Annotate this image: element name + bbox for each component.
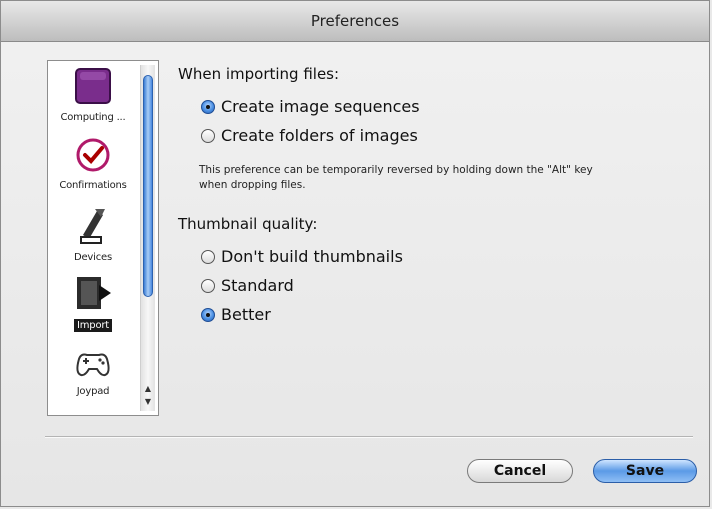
scroll-down-arrow-icon[interactable]: ▼ xyxy=(141,396,155,408)
radio-standard[interactable]: Standard xyxy=(201,276,294,295)
radio-label: Create image sequences xyxy=(221,97,420,116)
preferences-sidebar[interactable]: Computing ... Confirmations Devices Impo… xyxy=(47,60,159,416)
radio-label: Standard xyxy=(221,276,294,295)
checkmark-icon xyxy=(76,138,110,172)
radio-create-folders-of-images[interactable]: Create folders of images xyxy=(201,126,418,145)
radio-button-selected[interactable] xyxy=(201,307,215,322)
radio-button[interactable] xyxy=(201,278,215,293)
sidebar-item-import[interactable]: Import xyxy=(48,273,138,332)
sidebar-item-label: Joypad xyxy=(76,386,110,397)
radio-label: Create folders of images xyxy=(221,126,418,145)
radio-button[interactable] xyxy=(201,249,215,264)
import-heading: When importing files: xyxy=(178,65,340,83)
cancel-button[interactable]: Cancel xyxy=(467,459,573,483)
devices-icon xyxy=(80,209,105,244)
radio-button[interactable] xyxy=(201,128,215,143)
import-icon xyxy=(77,277,111,309)
radio-label: Better xyxy=(221,305,271,324)
preferences-window: Preferences Computing ... Confirmations xyxy=(0,0,710,507)
joypad-icon xyxy=(76,353,110,377)
sidebar-item-label: Computing ... xyxy=(60,112,126,123)
scroll-up-arrow-icon[interactable]: ▲ xyxy=(141,383,155,395)
window-title: Preferences xyxy=(1,1,709,42)
radio-create-image-sequences[interactable]: Create image sequences xyxy=(201,97,420,116)
sidebar-item-confirmations[interactable]: Confirmations xyxy=(48,137,138,192)
divider xyxy=(45,436,693,438)
sidebar-item-devices[interactable]: Devices xyxy=(48,205,138,264)
scrollbar-thumb[interactable] xyxy=(143,75,153,297)
sidebar-item-computing[interactable]: Computing ... xyxy=(48,67,138,124)
import-note: This preference can be temporarily rever… xyxy=(199,163,712,193)
thumbnail-heading: Thumbnail quality: xyxy=(178,215,318,233)
radio-dont-build-thumbnails[interactable]: Don't build thumbnails xyxy=(201,247,403,266)
import-note-line: when dropping files. xyxy=(199,179,306,191)
import-note-line: This preference can be temporarily rever… xyxy=(199,164,593,176)
sidebar-item-label: Import xyxy=(74,319,112,332)
sidebar-item-label: Devices xyxy=(73,252,112,263)
radio-button-selected[interactable] xyxy=(201,99,215,114)
radio-label: Don't build thumbnails xyxy=(221,247,403,266)
sidebar-scrollbar[interactable]: ▲ ▼ xyxy=(140,65,155,411)
sidebar-item-label: Confirmations xyxy=(59,180,127,191)
purple-square-icon xyxy=(75,68,111,104)
save-button[interactable]: Save xyxy=(593,459,697,483)
radio-better[interactable]: Better xyxy=(201,305,271,324)
sidebar-item-joypad[interactable]: Joypad xyxy=(48,347,138,398)
